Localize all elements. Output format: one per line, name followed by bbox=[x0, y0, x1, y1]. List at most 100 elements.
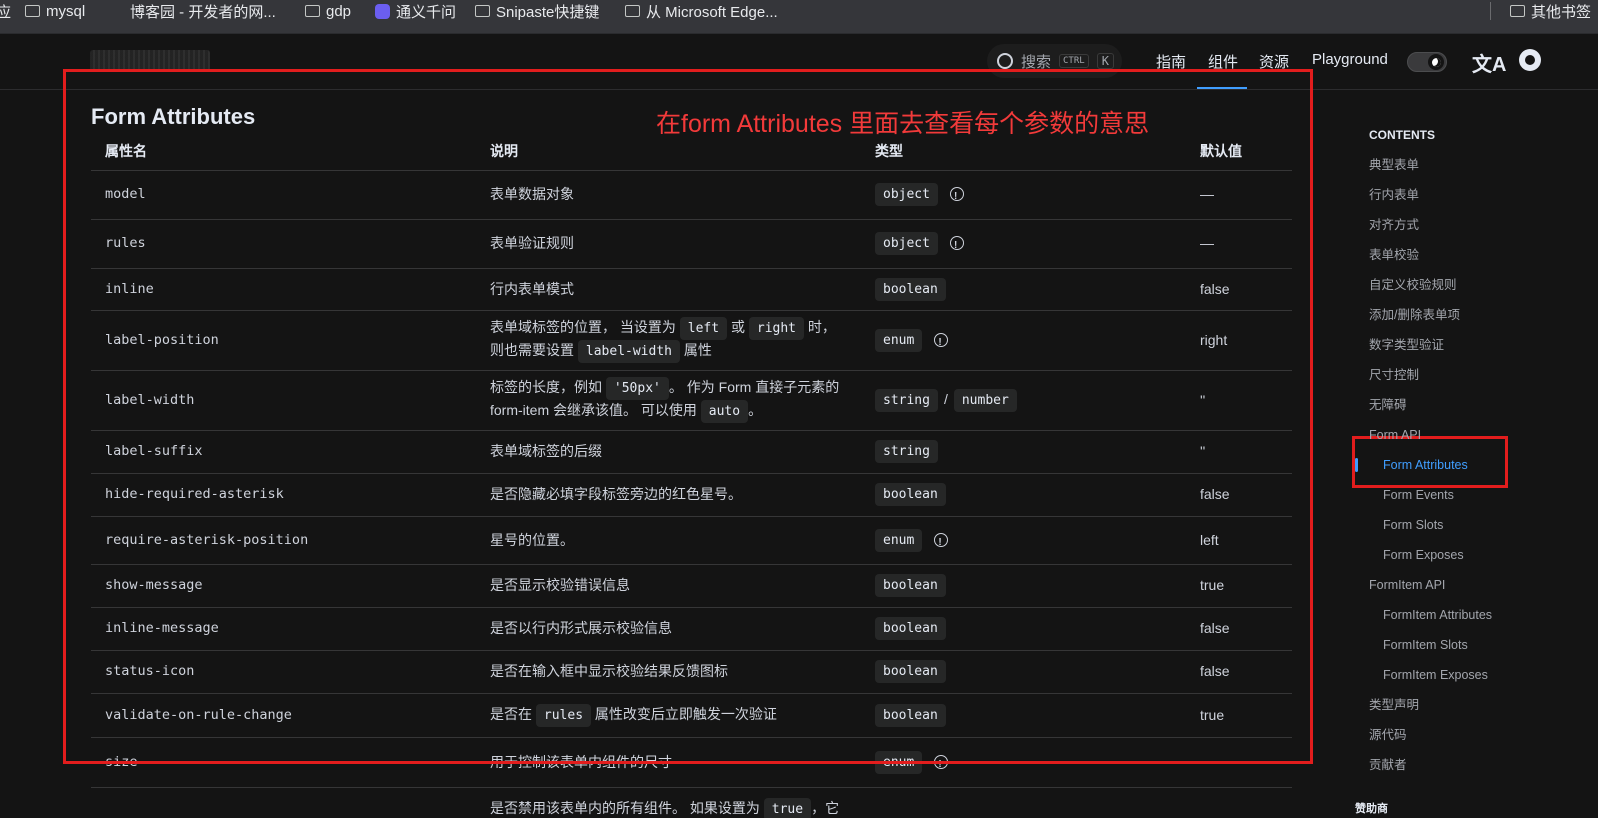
toc-item[interactable]: 尺寸控制 bbox=[1369, 360, 1569, 390]
toc-item-active[interactable]: Form Attributes bbox=[1355, 450, 1569, 480]
attr-desc: 标签的长度，例如 '50px'。 作为 Form 直接子元素的 form-ite… bbox=[476, 370, 861, 431]
toc-item[interactable]: 类型声明 bbox=[1369, 690, 1569, 720]
attr-name: show-message bbox=[91, 564, 476, 608]
toc-item[interactable]: 自定义校验规则 bbox=[1369, 270, 1569, 300]
attr-name: status-icon bbox=[91, 650, 476, 694]
nav-resources[interactable]: 资源 bbox=[1259, 51, 1289, 72]
desc-text: 则也需要设置 bbox=[490, 342, 578, 358]
toc-item[interactable]: 对齐方式 bbox=[1369, 210, 1569, 240]
attr-type-cell: boolean bbox=[861, 564, 1186, 608]
column-header: 属性名 bbox=[91, 132, 476, 171]
toc-item[interactable]: Form Events bbox=[1369, 480, 1569, 510]
attr-type-cell: string bbox=[861, 430, 1186, 474]
table-row: show-message 是否显示校验错误信息 boolean true bbox=[91, 564, 1292, 608]
toc-item[interactable]: FormItem API bbox=[1369, 570, 1569, 600]
inline-code: label-width bbox=[577, 340, 680, 363]
attr-default: right bbox=[1186, 310, 1292, 371]
desc-text: 或 bbox=[727, 319, 749, 335]
attr-desc: 星号的位置。 bbox=[476, 516, 861, 565]
table-row: inline 行内表单模式 boolean false bbox=[91, 268, 1292, 311]
type-separator: / bbox=[943, 390, 948, 407]
table-row: 是否禁用该表单内的所有组件。 如果设置为 true ，它 bbox=[91, 787, 1292, 818]
search-label: 搜索 bbox=[1021, 53, 1052, 71]
search-icon bbox=[997, 53, 1013, 69]
github-icon[interactable] bbox=[1519, 49, 1541, 71]
bookmarks-bar: 应 mysql 博客园 - 开发者的网... gdp 通义千问 Snipaste… bbox=[0, 0, 1598, 34]
attr-name bbox=[91, 787, 476, 818]
attr-name: inline bbox=[91, 268, 476, 311]
info-icon[interactable] bbox=[949, 235, 964, 256]
toc-item[interactable]: 贡献者 bbox=[1369, 750, 1569, 780]
search-button[interactable]: 搜索 CTRL K bbox=[987, 44, 1122, 78]
table-row: require-asterisk-position 星号的位置。 enum le… bbox=[91, 516, 1292, 565]
bookmark-mysql[interactable]: mysql bbox=[25, 0, 85, 22]
toc-item[interactable]: FormItem Exposes bbox=[1369, 660, 1569, 690]
attr-type-cell: boolean bbox=[861, 607, 1186, 651]
attr-name: label-width bbox=[91, 370, 476, 431]
nav-playground[interactable]: Playground bbox=[1312, 51, 1388, 68]
toc-item[interactable]: 数字类型验证 bbox=[1369, 330, 1569, 360]
site-logo[interactable] bbox=[90, 50, 210, 72]
attr-default: — bbox=[1186, 737, 1292, 788]
bookmark-cnblogs[interactable]: 博客园 - 开发者的网... bbox=[130, 0, 276, 22]
bookmark-other[interactable]: 其他书签 bbox=[1510, 0, 1591, 22]
attr-desc: 表单验证规则 bbox=[476, 219, 861, 269]
bookmark-snipaste[interactable]: Snipaste快捷键 bbox=[475, 0, 599, 22]
attr-desc: 行内表单模式 bbox=[476, 268, 861, 311]
toc-item[interactable]: 典型表单 bbox=[1369, 150, 1569, 180]
translate-icon[interactable]: 文A bbox=[1472, 48, 1506, 77]
table-row: label-position 表单域标签的位置， 当设置为 left 或 rig… bbox=[91, 310, 1292, 371]
info-icon[interactable] bbox=[934, 754, 949, 775]
attr-type-cell: enum bbox=[861, 516, 1186, 565]
bookmark-label: 通义千问 bbox=[396, 3, 457, 21]
toc-item[interactable]: 行内表单 bbox=[1369, 180, 1569, 210]
attr-type-cell: string / number bbox=[861, 370, 1186, 431]
toc-item[interactable]: 添加/删除表单项 bbox=[1369, 300, 1569, 330]
toc-item[interactable]: Form Exposes bbox=[1369, 540, 1569, 570]
bookmark-label: 博客园 - 开发者的网... bbox=[130, 3, 276, 21]
attr-desc: 表单域标签的后缀 bbox=[476, 430, 861, 474]
attr-type-cell: object bbox=[861, 170, 1186, 220]
type-code: boolean bbox=[875, 660, 946, 683]
bookmark-separator bbox=[1490, 2, 1491, 20]
table-row: label-width 标签的长度，例如 '50px'。 作为 Form 直接子… bbox=[91, 370, 1292, 431]
toc-item[interactable]: FormItem Attributes bbox=[1369, 600, 1569, 630]
attr-default: left bbox=[1186, 516, 1292, 565]
toc-title: CONTENTS bbox=[1369, 128, 1435, 142]
info-icon[interactable] bbox=[934, 532, 949, 553]
bookmark-label: 从 Microsoft Edge... bbox=[646, 3, 778, 21]
nav-components[interactable]: 组件 bbox=[1208, 51, 1238, 72]
toc-item[interactable]: FormItem Slots bbox=[1369, 630, 1569, 660]
attr-type-cell: enum bbox=[861, 737, 1186, 788]
toc-item[interactable]: Form Slots bbox=[1369, 510, 1569, 540]
type-code: enum bbox=[875, 528, 923, 552]
attr-default: true bbox=[1186, 564, 1292, 608]
desc-text: 标签的长度，例如 bbox=[490, 379, 606, 395]
attr-name: label-position bbox=[91, 310, 476, 371]
site-navbar: 搜索 CTRL K 指南 组件 资源 Playground 文A bbox=[0, 34, 1598, 90]
desc-text: 是否禁用该表单内的所有组件。 如果设置为 bbox=[490, 799, 764, 816]
toc-item[interactable]: 源代码 bbox=[1369, 720, 1569, 750]
type-code: enum bbox=[875, 750, 923, 774]
toc-item[interactable]: Form API bbox=[1369, 420, 1569, 450]
bookmark-partial[interactable]: 应 bbox=[0, 0, 11, 22]
dark-mode-toggle[interactable] bbox=[1407, 52, 1447, 72]
toc-item[interactable]: 表单校验 bbox=[1369, 240, 1569, 270]
table-of-contents: CONTENTS 典型表单 行内表单 对齐方式 表单校验 自定义校验规则 添加/… bbox=[1355, 128, 1569, 780]
column-header: 默认值 bbox=[1186, 132, 1292, 171]
info-icon[interactable] bbox=[934, 332, 949, 353]
inline-code: true bbox=[763, 797, 812, 818]
nav-guide[interactable]: 指南 bbox=[1156, 51, 1186, 72]
attr-default: false bbox=[1186, 268, 1292, 311]
type-code: enum bbox=[875, 328, 923, 352]
info-icon[interactable] bbox=[949, 186, 964, 207]
bookmark-edge[interactable]: 从 Microsoft Edge... bbox=[625, 0, 778, 22]
toc-item[interactable]: 无障碍 bbox=[1369, 390, 1569, 420]
attr-name: inline-message bbox=[91, 607, 476, 651]
type-code: string bbox=[875, 440, 938, 463]
bookmark-tongyi[interactable]: 通义千问 bbox=[375, 0, 456, 22]
bookmark-gdp[interactable]: gdp bbox=[305, 0, 351, 22]
inline-code: left bbox=[679, 317, 728, 340]
attr-default: — bbox=[1186, 219, 1292, 269]
attr-default: '' bbox=[1186, 430, 1292, 474]
